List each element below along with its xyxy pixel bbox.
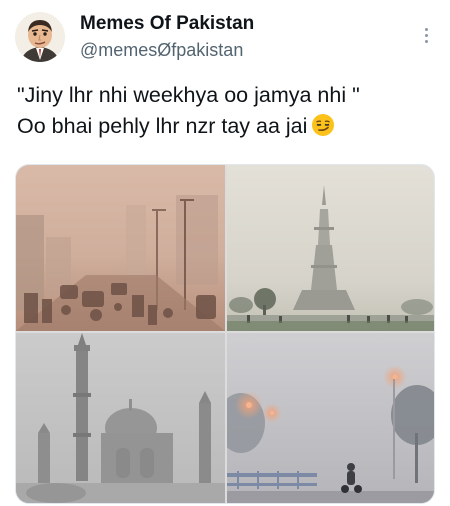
avatar[interactable]	[15, 12, 65, 62]
minar-e-pakistan-image	[227, 165, 434, 331]
tweet-text-line-2-text: Oo bhai pehly lhr nzr tay aa jai	[17, 114, 308, 138]
tweet-text-line-2: Oo bhai pehly lhr nzr tay aa jai	[17, 111, 442, 142]
photo-badshahi-mosque[interactable]	[16, 333, 225, 503]
more-options-button[interactable]	[416, 24, 436, 46]
more-dots-icon	[424, 27, 428, 31]
smirking-face-emoji-icon	[312, 114, 335, 136]
media-grid	[15, 164, 435, 504]
tweet-text: "Jiny lhr nhi weekhya oo jamya nhi " Oo …	[17, 80, 442, 142]
smoggy-street-image	[16, 165, 225, 331]
photo-smoggy-street[interactable]	[16, 165, 225, 331]
author-block: Memes Of Pakistan @memesØfpakistan	[80, 12, 254, 62]
author-display-name[interactable]: Memes Of Pakistan	[80, 12, 254, 36]
tweet-card: Memes Of Pakistan @memesØfpakistan "Jiny…	[0, 0, 450, 506]
tweet-text-line-1: "Jiny lhr nhi weekhya oo jamya nhi "	[17, 83, 360, 107]
avatar-image	[15, 12, 65, 62]
photo-foggy-road[interactable]	[227, 333, 434, 503]
photo-minar-e-pakistan[interactable]	[227, 165, 434, 331]
badshahi-mosque-image	[16, 333, 225, 503]
author-handle[interactable]: @memesØfpakistan	[80, 38, 254, 62]
foggy-road-image	[227, 333, 434, 503]
